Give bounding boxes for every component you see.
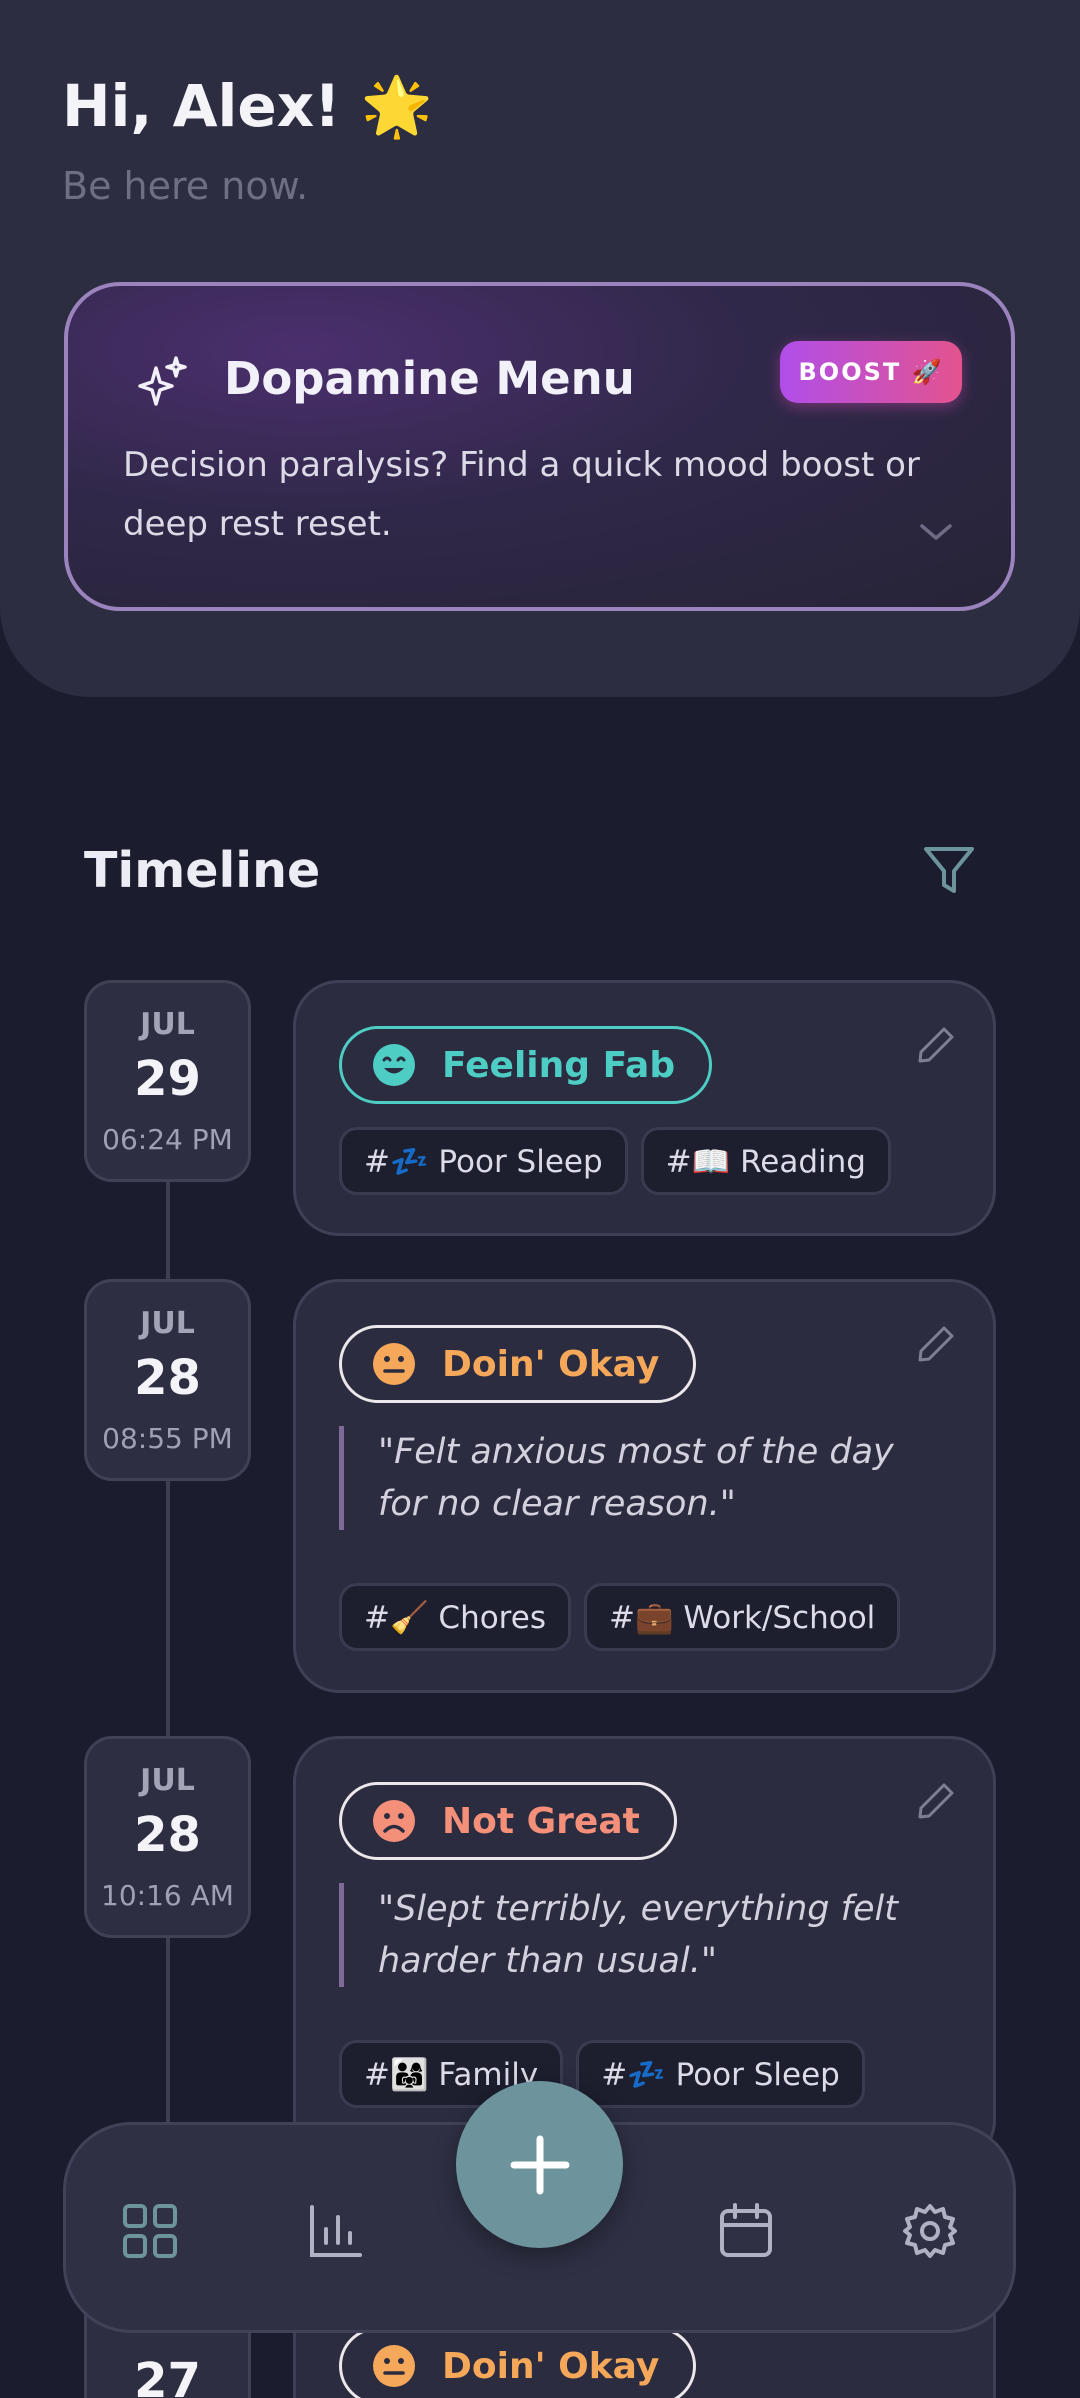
mood-pill: Not Great [339,1782,677,1860]
entry-card[interactable]: Doin' Okay "Felt anxious most of the day… [293,1279,996,1693]
subtitle: Be here now. [62,164,309,208]
entry-day: 28 [134,1350,201,1406]
grid-icon[interactable] [122,2203,178,2259]
mood-pill: Feeling Fab [339,1026,713,1104]
edit-icon[interactable] [916,1025,956,1065]
settings-icon[interactable] [902,2203,958,2259]
entry-month: JUL [140,1763,195,1798]
sparkles-icon [138,356,187,406]
entry-time: 06:24 PM [102,1123,233,1156]
chevron-down-icon[interactable] [916,518,956,546]
tag-list: #👨‍👩‍👧 Family #💤 Poor Sleep [339,2040,865,2108]
mood-label: Doin' Okay [442,2345,660,2387]
edit-icon[interactable] [916,1324,956,1364]
header: Hi, Alex! 🌟 Be here now. Dopamine Menu B… [0,0,1080,697]
dopamine-menu-title: Dopamine Menu [224,352,635,405]
mood-pill: Doin' Okay [339,2327,697,2398]
entry-day: 28 [134,1807,201,1863]
mood-label: Feeling Fab [442,1044,676,1086]
dopamine-menu-card[interactable]: Dopamine Menu BOOST 🚀 Decision paralysis… [64,282,1015,611]
tag[interactable]: #💤 Poor Sleep [576,2040,865,2108]
tag[interactable]: #💼 Work/School [583,1583,901,1651]
edit-icon[interactable] [916,1781,956,1821]
entry-day: 27 [134,2353,201,2398]
mood-label: Not Great [442,1800,640,1842]
entry-date: JUL 29 06:24 PM [84,980,251,1182]
dopamine-menu-description: Decision paralysis? Find a quick mood bo… [123,445,920,544]
mood-pill: Doin' Okay [339,1325,697,1403]
smile-face-icon [373,1044,415,1086]
plus-icon [510,2135,569,2194]
entry-card[interactable]: Feeling Fab #💤 Poor Sleep #📖 Reading [293,980,996,1236]
bar-chart-icon[interactable] [308,2203,364,2259]
tag-list: #💤 Poor Sleep #📖 Reading [339,1127,891,1195]
entry-note: "Felt anxious most of the day for no cle… [339,1426,949,1530]
entry-note: "Slept terribly, everything felt harder … [339,1883,949,1987]
entry-day: 29 [134,1051,201,1107]
tag[interactable]: #🧹 Chores [339,1583,571,1651]
tag[interactable]: #📖 Reading [640,1127,891,1195]
boost-button[interactable]: BOOST 🚀 [780,341,962,403]
neutral-face-icon [373,1343,415,1385]
entry-time: 10:16 AM [101,1879,234,1912]
entry-card[interactable]: Not Great "Slept terribly, everything fe… [293,1736,996,2166]
entry-month: JUL [140,1007,195,1042]
add-entry-button[interactable] [456,2081,623,2248]
entry-date: JUL 28 08:55 PM [84,1279,251,1481]
entry-date: JUL 28 10:16 AM [84,1736,251,1938]
entry-month: JUL [140,1306,195,1341]
filter-icon[interactable] [922,843,976,897]
timeline-title: Timeline [84,842,321,899]
calendar-icon[interactable] [718,2203,774,2259]
entry-time: 08:55 PM [102,1422,233,1455]
tag[interactable]: #💤 Poor Sleep [339,1127,628,1195]
tag-list: #🧹 Chores #💼 Work/School [339,1583,901,1651]
neutral-face-icon [373,2345,415,2387]
greeting: Hi, Alex! 🌟 [62,72,434,140]
mood-label: Doin' Okay [442,1343,660,1385]
sad-face-icon [373,1800,415,1842]
